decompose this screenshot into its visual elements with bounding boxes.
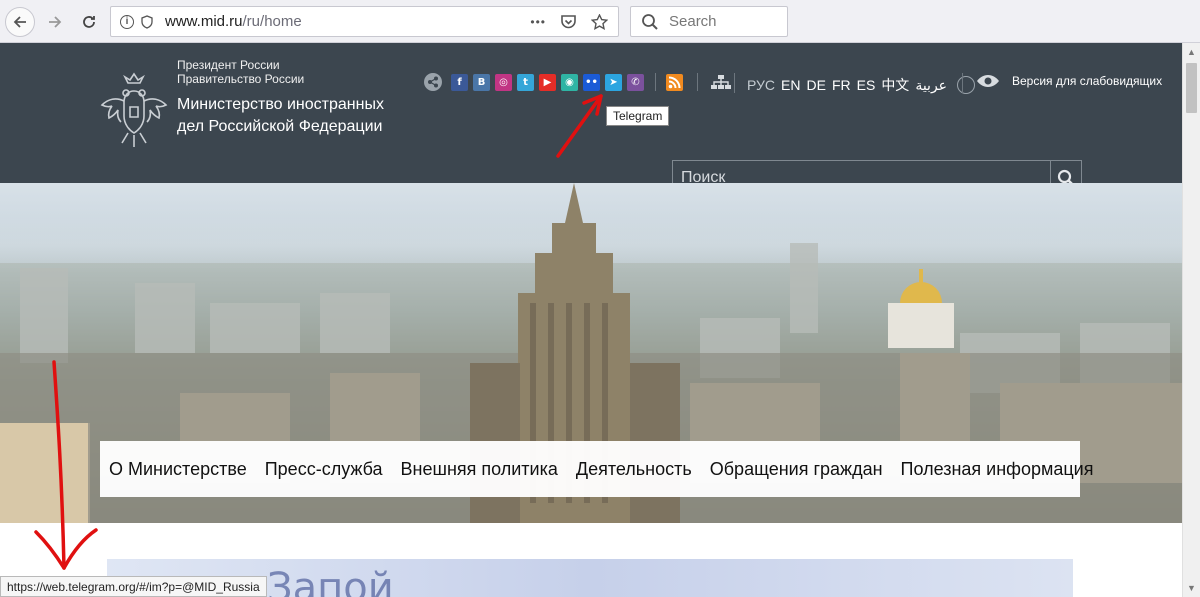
browser-search-placeholder: Search (669, 13, 717, 30)
divider (697, 73, 698, 91)
president-link[interactable]: Президент России (177, 58, 280, 72)
back-button[interactable] (5, 7, 35, 37)
arrow-right-icon (49, 16, 62, 28)
menu-item-ministry[interactable]: О Министерстве (109, 459, 247, 480)
telegram-icon[interactable]: ➤ (605, 73, 622, 91)
divider (734, 73, 735, 93)
browser-search-box[interactable]: Search (630, 6, 788, 37)
flickr-icon[interactable]: •• (583, 73, 600, 91)
social-links: f B ◎ t ▶ ◉ •• ➤ ✆ (424, 72, 736, 92)
page-scrollbar[interactable]: ▲ ▼ (1182, 43, 1200, 597)
site-header: Президент России Правительство России Ми… (0, 43, 1182, 196)
lang-zh[interactable]: 中文 (881, 75, 909, 95)
menu-item-foreign-policy[interactable]: Внешняя политика (401, 459, 558, 480)
tumblr-icon[interactable]: t (517, 73, 534, 91)
site-title[interactable]: Министерство иностранных дел Российской … (177, 94, 397, 138)
youtube-icon[interactable]: ▶ (539, 73, 556, 91)
lang-de[interactable]: DE (807, 77, 826, 93)
forward-button[interactable] (40, 7, 70, 37)
scroll-up-icon[interactable]: ▲ (1187, 47, 1196, 57)
accessibility-link[interactable]: Версия для слабовидящих (976, 74, 1162, 88)
arrow-left-icon (13, 16, 26, 28)
hero-image: О Министерстве Пресс-служба Внешняя поли… (0, 183, 1182, 523)
url-host: www.mid.ru (165, 13, 243, 30)
lang-fr[interactable]: FR (832, 77, 851, 93)
bookmark-star-icon[interactable] (591, 13, 608, 30)
menu-item-useful-info[interactable]: Полезная информация (901, 459, 1094, 480)
search-icon (642, 13, 658, 30)
pocket-icon[interactable] (560, 14, 577, 30)
scroll-down-icon[interactable]: ▼ (1187, 583, 1196, 593)
viber-icon[interactable]: ✆ (627, 73, 644, 91)
url-path: /ru/home (242, 13, 302, 30)
rss-icon[interactable] (666, 73, 683, 91)
share-icon[interactable] (424, 73, 442, 91)
status-bar-url: https://web.telegram.org/#/im?p=@MID_Rus… (0, 576, 267, 597)
sitemap-icon[interactable] (710, 74, 732, 90)
url-text[interactable]: www.mid.ru/ru/home (165, 13, 530, 30)
menu-item-press[interactable]: Пресс-служба (265, 459, 383, 480)
lang-en[interactable]: EN (781, 77, 800, 93)
government-link[interactable]: Правительство России (177, 72, 304, 86)
menu-item-citizens-appeals[interactable]: Обращения граждан (710, 459, 883, 480)
instagram-icon[interactable]: ◎ (495, 73, 512, 91)
divider (962, 73, 963, 93)
banner-text: Запой (267, 565, 394, 597)
shield-icon[interactable] (141, 14, 153, 29)
facebook-icon[interactable]: f (451, 73, 468, 91)
reload-button[interactable] (74, 7, 104, 37)
language-switcher: РУС EN DE FR ES 中文 عربية (747, 75, 976, 95)
eye-icon (977, 75, 999, 87)
address-bar[interactable]: i www.mid.ru/ru/home ••• (110, 6, 619, 37)
telegram-tooltip: Telegram (606, 106, 670, 126)
lang-ru[interactable]: РУС (747, 77, 775, 93)
lang-ar[interactable]: عربية (915, 77, 947, 94)
scrollbar-thumb[interactable] (1186, 63, 1197, 113)
maps-icon[interactable]: ◉ (561, 73, 578, 91)
accessibility-label: Версия для слабовидящих (1012, 74, 1163, 88)
divider (655, 73, 656, 91)
coat-of-arms-logo[interactable] (98, 71, 170, 151)
menu-item-activity[interactable]: Деятельность (576, 459, 692, 480)
browser-toolbar: i www.mid.ru/ru/home ••• Search (0, 0, 1200, 43)
lang-es[interactable]: ES (857, 77, 876, 93)
reload-icon (83, 16, 95, 28)
main-menu: О Министерстве Пресс-служба Внешняя поли… (100, 441, 1093, 497)
globe-icon[interactable] (957, 76, 976, 94)
page-actions-button[interactable]: ••• (530, 15, 546, 29)
vk-icon[interactable]: B (473, 73, 490, 91)
info-icon[interactable]: i (120, 14, 134, 29)
